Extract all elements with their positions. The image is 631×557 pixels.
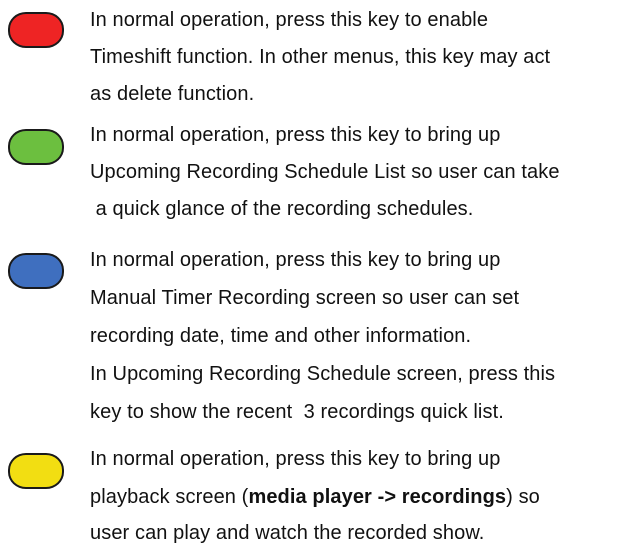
blue-key-icon (8, 253, 64, 289)
red-key-icon (8, 12, 64, 48)
blue-key-description-line-3: recording date, time and other informati… (90, 325, 472, 347)
yellow-key-line-2-prefix: playback screen ( (90, 486, 249, 508)
yellow-key-description-line-2: playback screen (media player -> recordi… (90, 485, 540, 509)
green-key-icon (8, 129, 64, 165)
red-key-description-line-1: In normal operation, press this key to e… (90, 9, 489, 31)
blue-key-description-line-2: Manual Timer Recording screen so user ca… (90, 287, 520, 309)
media-player-recordings-path: media player -> recordings (248, 486, 507, 508)
yellow-key-icon (8, 453, 64, 489)
blue-key-description-line-5: key to show the recent 3 recordings quic… (90, 401, 504, 423)
yellow-key-line-2-suffix: ) so (506, 486, 540, 508)
blue-key-description-line-1: In normal operation, press this key to b… (90, 249, 501, 271)
red-key-description-line-3: as delete function. (90, 83, 255, 105)
green-key-description-line-2: Upcoming Recording Schedule List so user… (90, 161, 560, 183)
green-key-description-line-3: a quick glance of the recording schedule… (90, 198, 474, 220)
green-key-description-line-1: In normal operation, press this key to b… (90, 124, 501, 146)
yellow-key-description-line-3: user can play and watch the recorded sho… (90, 522, 485, 544)
blue-key-description-line-4: In Upcoming Recording Schedule screen, p… (90, 363, 556, 385)
yellow-key-description-line-1: In normal operation, press this key to b… (90, 448, 501, 470)
red-key-description-line-2: Timeshift function. In other menus, this… (90, 46, 551, 68)
